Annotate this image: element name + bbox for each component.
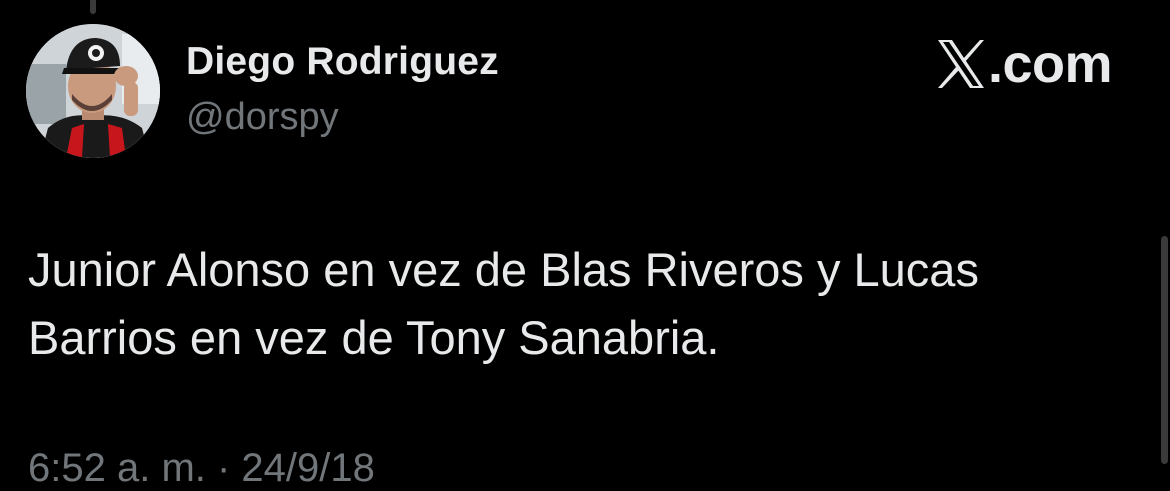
tweet-text: Junior Alonso en vez de Blas Riveros y L… [28,243,979,364]
scroll-edge-indicator [90,0,96,14]
avatar[interactable] [26,24,160,158]
brand-domain-text: .com [987,34,1113,94]
x-logo-icon [937,40,984,88]
author-handle[interactable]: @dorspy [186,96,339,139]
tweet-timestamp[interactable]: 6:52 a. m. · 24/9/18 [28,446,375,491]
author-display-name[interactable]: Diego Rodriguez [186,40,499,84]
scrollbar[interactable] [1161,236,1168,464]
brand-watermark: .com [936,34,1113,94]
avatar-photo [26,24,160,158]
